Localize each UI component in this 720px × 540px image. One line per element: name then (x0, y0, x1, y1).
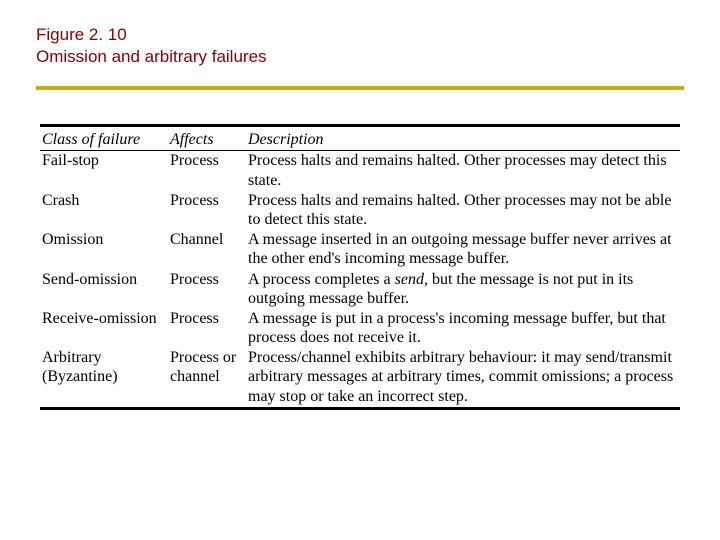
cell-class: Receive-omission (40, 309, 168, 348)
cell-class: Omission (40, 230, 168, 269)
cell-class: Crash (40, 191, 168, 230)
failures-table: Class of failure Affects Description Fai… (40, 124, 680, 410)
cell-affects: Process (168, 309, 246, 348)
cell-affects: Process (168, 270, 246, 309)
cell-affects: Channel (168, 230, 246, 269)
cell-class: Send-omission (40, 270, 168, 309)
cell-description: A message is put in a process's incoming… (246, 309, 680, 348)
cell-description: Process halts and remains halted. Other … (246, 151, 680, 191)
desc-italic: send, (395, 271, 428, 288)
cell-description: A message inserted in an outgoing messag… (246, 230, 680, 269)
header-description: Description (246, 130, 680, 151)
cell-class: Fail-stop (40, 151, 168, 191)
header-class: Class of failure (40, 130, 168, 151)
figure-heading: Figure 2. 10 Omission and arbitrary fail… (36, 24, 684, 68)
cell-class: Arbitrary (Byzantine) (40, 348, 168, 408)
cell-description: Process/channel exhibits arbitrary behav… (246, 348, 680, 408)
gold-divider (36, 86, 684, 90)
cell-affects: Process or channel (168, 348, 246, 408)
cell-affects: Process (168, 191, 246, 230)
cell-description: Process halts and remains halted. Other … (246, 191, 680, 230)
figure-title: Omission and arbitrary failures (36, 46, 684, 68)
figure-number: Figure 2. 10 (36, 24, 684, 46)
cell-description: A process completes a send, but the mess… (246, 270, 680, 309)
header-affects: Affects (168, 130, 246, 151)
cell-affects: Process (168, 151, 246, 191)
desc-pre: A process completes a (248, 271, 395, 288)
